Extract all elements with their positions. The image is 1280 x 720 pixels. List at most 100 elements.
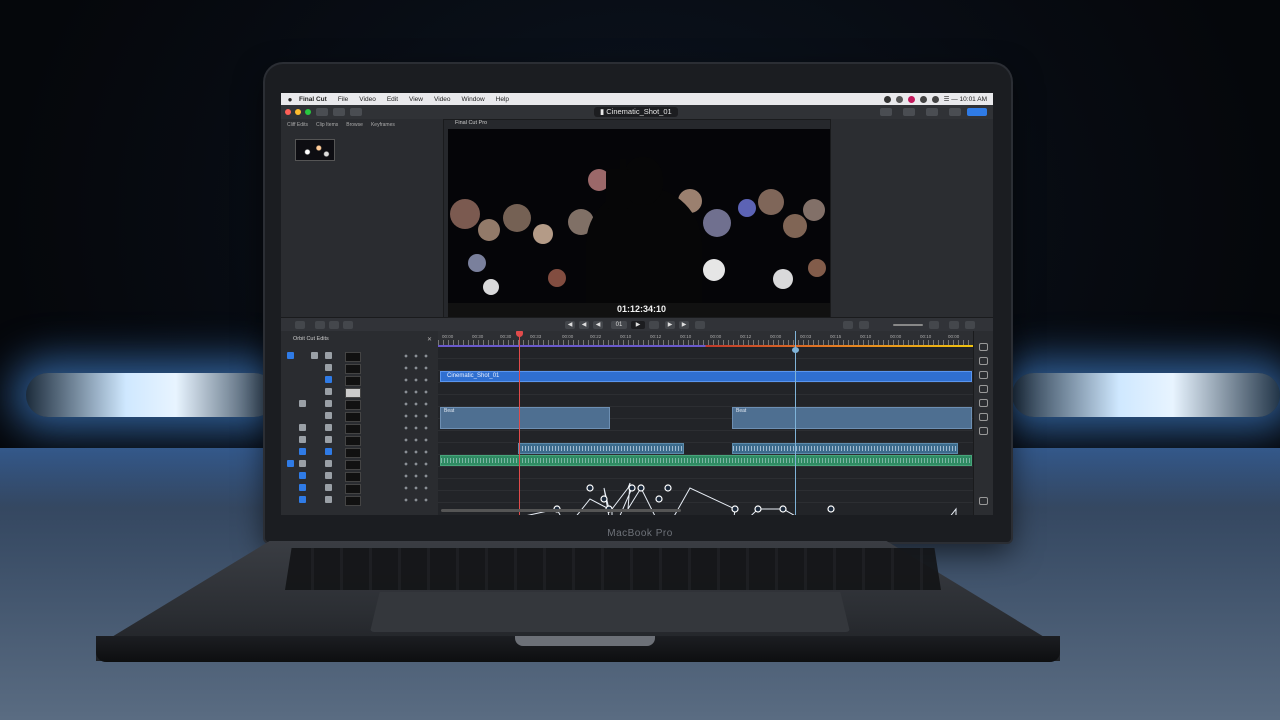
share-button[interactable] bbox=[967, 108, 987, 116]
record-icon[interactable] bbox=[883, 95, 891, 103]
menu-item-video[interactable]: Video bbox=[359, 96, 376, 103]
play-icon[interactable]: ▶ bbox=[631, 321, 645, 329]
timeline-scrollbar[interactable] bbox=[441, 509, 681, 512]
project-title: ▮ Cinematic_Shot_01 bbox=[594, 107, 678, 117]
fast-forward-icon[interactable]: ▶ bbox=[665, 321, 675, 329]
clip-thumbnail[interactable] bbox=[295, 139, 335, 161]
wifi-icon[interactable] bbox=[895, 95, 903, 103]
effects-icon[interactable] bbox=[843, 321, 853, 329]
zoom-slider[interactable] bbox=[893, 324, 923, 326]
backlight-right bbox=[1012, 373, 1280, 417]
tool-home-icon[interactable] bbox=[979, 343, 988, 351]
keyframe-point bbox=[628, 484, 636, 492]
window-toolbar: ▮ Cinematic_Shot_01 bbox=[281, 105, 993, 120]
track-row[interactable] bbox=[285, 375, 435, 386]
skimmer-handle[interactable] bbox=[792, 347, 799, 353]
media-browser: Cliff Edits Clip Items Browse Keyframes bbox=[281, 119, 444, 317]
viewer-header: Final Cut Pro bbox=[455, 120, 488, 126]
zoom-icon[interactable] bbox=[929, 321, 939, 329]
heart-icon[interactable] bbox=[907, 95, 915, 103]
track-row[interactable] bbox=[285, 435, 435, 446]
tool-cross-icon[interactable] bbox=[979, 371, 988, 379]
timeline-index-title: Orbit Cut Edits bbox=[293, 336, 329, 342]
tool-settings-icon[interactable] bbox=[979, 497, 988, 505]
status-area: ☰ — 10:01 AM bbox=[883, 95, 993, 103]
video-viewer[interactable] bbox=[448, 129, 830, 303]
trackpad bbox=[370, 592, 850, 632]
browser-toggle[interactable] bbox=[880, 108, 892, 116]
skimming-icon[interactable] bbox=[329, 321, 339, 329]
zoom-window-icon[interactable] bbox=[305, 109, 311, 115]
tool-effects-icon[interactable] bbox=[979, 413, 988, 421]
track-row[interactable] bbox=[285, 411, 435, 422]
track-row[interactable] bbox=[285, 423, 435, 434]
go-to-end-icon[interactable] bbox=[695, 321, 705, 329]
track-row[interactable] bbox=[285, 351, 435, 362]
apple-menu-icon[interactable]: ● bbox=[281, 95, 299, 104]
timeline-toggle[interactable] bbox=[903, 108, 915, 116]
snapping-icon[interactable] bbox=[315, 321, 325, 329]
film-icon: ▮ bbox=[600, 107, 605, 116]
inspector-panel bbox=[830, 119, 993, 317]
menu-item-app[interactable]: Final Cut bbox=[299, 96, 327, 103]
timeline-side-tools bbox=[973, 331, 993, 515]
track-row[interactable] bbox=[285, 399, 435, 410]
inspector-toggle[interactable] bbox=[926, 108, 938, 116]
settings-button[interactable] bbox=[949, 108, 961, 116]
track-row[interactable] bbox=[285, 483, 435, 494]
audio-skim-icon[interactable] bbox=[343, 321, 353, 329]
keyframe-point bbox=[637, 484, 645, 492]
menu-item-edit[interactable]: Edit bbox=[387, 96, 398, 103]
menu-bar: ● Final Cut File Video Edit View Video W… bbox=[281, 93, 993, 105]
minimize-window-icon[interactable] bbox=[295, 109, 301, 115]
track-row[interactable] bbox=[285, 447, 435, 458]
audio-meter-icon[interactable] bbox=[949, 321, 959, 329]
menu-item-window[interactable]: Window bbox=[462, 96, 485, 103]
tool-audio-icon[interactable] bbox=[979, 399, 988, 407]
tool-color-icon[interactable] bbox=[979, 385, 988, 393]
track-row[interactable] bbox=[285, 459, 435, 470]
track-row[interactable] bbox=[285, 495, 435, 506]
timeline-index: Orbit Cut Edits ✕ bbox=[281, 331, 439, 515]
timeline-settings-icon[interactable] bbox=[965, 321, 975, 329]
track-row[interactable] bbox=[285, 387, 435, 398]
keyframe-point bbox=[731, 505, 739, 513]
menu-item-file[interactable]: File bbox=[338, 96, 348, 103]
pause-icon[interactable] bbox=[649, 321, 659, 329]
browser-tab-keyframes[interactable]: Keyframes bbox=[371, 122, 395, 128]
go-to-start-icon[interactable]: ◀ bbox=[565, 321, 575, 329]
menu-item-help[interactable]: Help bbox=[496, 96, 509, 103]
transitions-icon[interactable] bbox=[859, 321, 869, 329]
keywords-button[interactable] bbox=[333, 108, 345, 116]
menu-clock: ☰ — 10:01 AM bbox=[943, 96, 987, 103]
skimmer bbox=[795, 331, 796, 515]
previous-frame-icon[interactable]: ◀ bbox=[579, 321, 589, 329]
keyframe-point bbox=[754, 505, 762, 513]
keyframe-point bbox=[600, 495, 608, 503]
rewind-icon[interactable]: ◀ bbox=[593, 321, 603, 329]
next-frame-icon[interactable]: ▶ bbox=[679, 321, 689, 329]
timeline[interactable]: 00:00 00:30 00:30 00:33 00:00 00:22 00:1… bbox=[438, 331, 973, 515]
device-label: MacBook Pro bbox=[607, 528, 673, 539]
background-tasks-button[interactable] bbox=[350, 108, 362, 116]
battery-icon[interactable] bbox=[919, 95, 927, 103]
menu-item-view[interactable]: View bbox=[409, 96, 423, 103]
track-row[interactable] bbox=[285, 363, 435, 374]
menu-item-video-2[interactable]: Video bbox=[434, 96, 451, 103]
backlight-left bbox=[26, 373, 276, 417]
browser-tab-clip-items[interactable]: Clip Items bbox=[316, 122, 338, 128]
clip-appearance-icon[interactable] bbox=[295, 321, 305, 329]
viewer-timecode: 01:12:34:10 bbox=[617, 304, 667, 314]
keyboard bbox=[285, 548, 941, 590]
track-row[interactable] bbox=[285, 471, 435, 482]
playhead[interactable] bbox=[519, 331, 520, 515]
index-close-icon[interactable]: ✕ bbox=[427, 336, 432, 343]
browser-tab-cliff-edits[interactable]: Cliff Edits bbox=[287, 122, 308, 128]
tool-eye-icon[interactable] bbox=[979, 357, 988, 365]
tool-chart-icon[interactable] bbox=[979, 427, 988, 435]
close-window-icon[interactable] bbox=[285, 109, 291, 115]
import-button[interactable] bbox=[316, 108, 328, 116]
search-icon[interactable] bbox=[931, 95, 939, 103]
frame-step-button[interactable]: 01 bbox=[611, 321, 627, 329]
browser-tab-browse[interactable]: Browse bbox=[346, 122, 363, 128]
